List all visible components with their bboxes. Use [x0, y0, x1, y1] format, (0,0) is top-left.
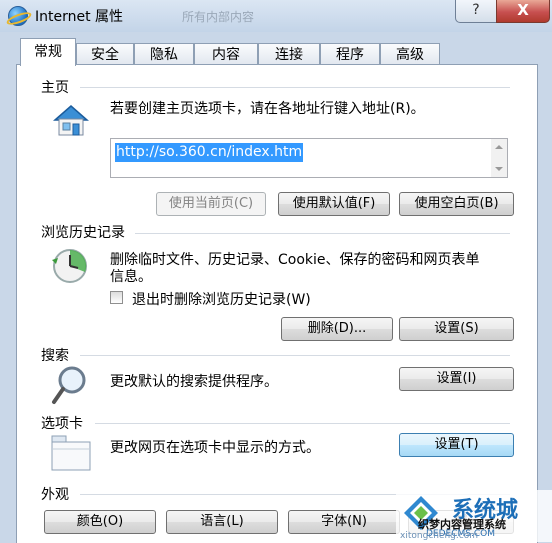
tabs-divider: [95, 423, 510, 424]
home-url-input[interactable]: http://so.360.cn/index.htm: [110, 138, 508, 178]
watermark-url: xitongcheng.com: [400, 531, 478, 541]
fonts-button[interactable]: 字体(N): [288, 510, 400, 534]
search-settings-button[interactable]: 设置(I): [399, 367, 514, 391]
history-description-line2: 信息。: [110, 269, 152, 285]
use-current-button[interactable]: 使用当前页(C): [156, 192, 266, 216]
house-icon: [53, 105, 89, 136]
tab-programs[interactable]: 程序: [320, 43, 380, 65]
tab-privacy[interactable]: 隐私: [134, 43, 194, 65]
tab-general[interactable]: 常规: [20, 38, 76, 66]
scroll-down-icon[interactable]: [495, 167, 503, 171]
background-window-text: 所有内部内容: [182, 10, 255, 24]
history-heading: 浏览历史记录: [41, 222, 125, 242]
title-bar: Internet 属性 所有内部内容 ? X: [0, 0, 552, 32]
home-url-value: http://so.360.cn/index.htm: [115, 143, 304, 162]
tabs-description: 更改网页在选项卡中显示的方式。: [110, 440, 320, 456]
search-divider: [80, 355, 510, 356]
history-divider: [135, 233, 510, 234]
history-description-line1: 删除临时文件、历史记录、Cookie、保存的密码和网页表单: [110, 252, 480, 268]
languages-button[interactable]: 语言(L): [166, 510, 278, 534]
search-heading: 搜索: [41, 345, 69, 365]
tabs-heading: 选项卡: [41, 413, 83, 433]
window-title: Internet 属性: [35, 9, 124, 25]
scroll-up-icon[interactable]: [495, 145, 503, 149]
home-description: 若要创建主页选项卡，请在各地址行键入地址(R)。: [110, 101, 425, 117]
home-divider: [80, 87, 510, 88]
delete-history-button[interactable]: 删除(D)...: [281, 317, 393, 341]
delete-on-exit-checkbox[interactable]: [110, 291, 123, 304]
home-heading: 主页: [41, 77, 69, 97]
delete-on-exit-label: 退出时删除浏览历史记录(W): [132, 292, 311, 308]
tab-advanced[interactable]: 高级: [380, 43, 440, 65]
tab-connections[interactable]: 连接: [258, 43, 320, 65]
search-description: 更改默认的搜索提供程序。: [110, 374, 278, 390]
history-settings-button[interactable]: 设置(S): [399, 317, 514, 341]
tab-content[interactable]: 内容: [194, 43, 258, 65]
url-scrollbar[interactable]: [491, 139, 507, 177]
close-button[interactable]: X: [496, 0, 550, 23]
colors-button[interactable]: 颜色(O): [44, 510, 156, 534]
history-clock-icon: [52, 249, 87, 283]
appearance-heading: 外观: [41, 484, 69, 504]
use-default-button[interactable]: 使用默认值(F): [278, 192, 390, 216]
help-button[interactable]: ?: [455, 0, 497, 23]
internet-explorer-icon: [8, 6, 28, 26]
tab-security[interactable]: 安全: [76, 43, 134, 65]
use-blank-button[interactable]: 使用空白页(B): [399, 192, 514, 216]
tabs-settings-button[interactable]: 设置(T): [399, 433, 514, 457]
magnifier-icon: [52, 366, 86, 404]
tabs-window-icon: [51, 435, 91, 471]
